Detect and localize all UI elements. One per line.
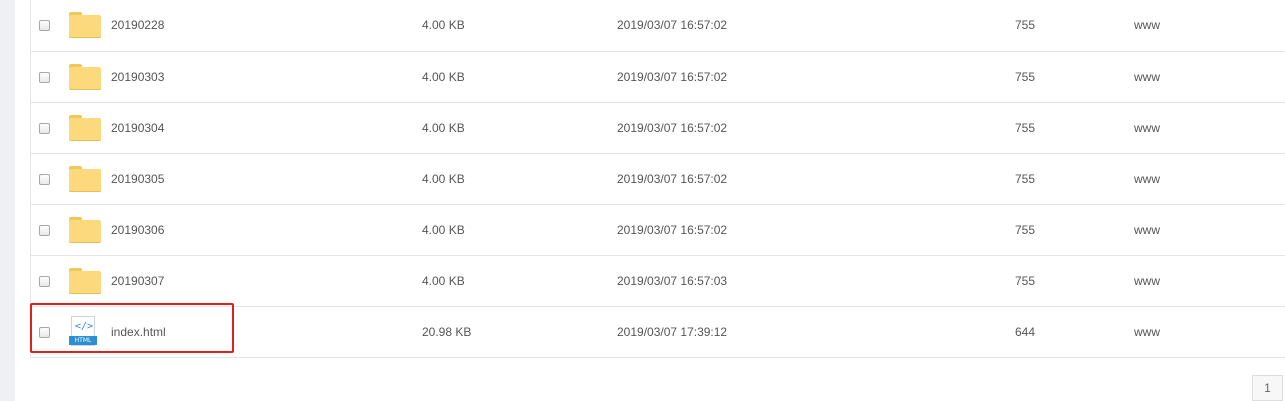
file-owner[interactable]: www — [1134, 103, 1160, 153]
file-size: 4.00 KB — [422, 274, 465, 288]
row-checkbox[interactable] — [39, 224, 50, 236]
file-permission[interactable]: 755 — [1015, 52, 1035, 102]
file-size: 4.00 KB — [422, 18, 465, 32]
file-permission[interactable]: 755 — [1015, 103, 1035, 153]
file-table: 20190228 4.00 KB 2019/03/07 16:57:02 755… — [30, 0, 1285, 358]
file-modified: 2019/03/07 16:57:02 — [617, 223, 728, 237]
file-size: 4.00 KB — [422, 172, 465, 186]
table-row[interactable]: 20190228 4.00 KB 2019/03/07 16:57:02 755… — [31, 0, 1285, 52]
file-permission[interactable]: 755 — [1015, 154, 1035, 204]
table-row[interactable]: 20190305 4.00 KB 2019/03/07 16:57:02 755… — [31, 154, 1285, 205]
table-row[interactable]: 20190307 4.00 KB 2019/03/07 16:57:03 755… — [31, 256, 1285, 307]
pagination-page[interactable]: 1 — [1252, 375, 1283, 401]
table-row[interactable]: 20190303 4.00 KB 2019/03/07 16:57:02 755… — [31, 52, 1285, 103]
folder-icon — [69, 115, 101, 141]
file-modified: 2019/03/07 16:57:02 — [617, 121, 728, 135]
file-name[interactable]: index.html — [111, 307, 166, 357]
file-owner[interactable]: www — [1134, 0, 1160, 51]
row-checkbox[interactable] — [39, 173, 50, 185]
table-row[interactable]: 20190304 4.00 KB 2019/03/07 16:57:02 755… — [31, 103, 1285, 154]
row-checkbox[interactable] — [39, 122, 50, 134]
file-name[interactable]: 20190305 — [111, 154, 164, 204]
file-owner[interactable]: www — [1134, 205, 1160, 255]
folder-icon — [69, 217, 101, 243]
html-file-icon: </> HTML — [69, 316, 97, 348]
file-modified: 2019/03/07 16:57:02 — [617, 172, 728, 186]
row-checkbox[interactable] — [39, 71, 50, 83]
table-row[interactable]: </> HTML index.html 20.98 KB 2019/03/07 … — [31, 307, 1285, 358]
file-size: 4.00 KB — [422, 223, 465, 237]
file-size: 4.00 KB — [422, 121, 465, 135]
file-modified: 2019/03/07 16:57:02 — [617, 18, 728, 32]
html-icon-code: </> — [75, 321, 94, 332]
file-name[interactable]: 20190303 — [111, 52, 164, 102]
file-permission[interactable]: 755 — [1015, 205, 1035, 255]
folder-icon — [69, 166, 101, 192]
folder-icon — [69, 268, 101, 294]
file-name[interactable]: 20190304 — [111, 103, 164, 153]
file-permission[interactable]: 644 — [1015, 307, 1035, 357]
table-row[interactable]: 20190306 4.00 KB 2019/03/07 16:57:02 755… — [31, 205, 1285, 256]
file-modified: 2019/03/07 17:39:12 — [617, 325, 728, 339]
file-permission[interactable]: 755 — [1015, 256, 1035, 306]
file-name[interactable]: 20190306 — [111, 205, 164, 255]
row-checkbox[interactable] — [39, 326, 50, 338]
folder-icon — [69, 12, 101, 38]
file-owner[interactable]: www — [1134, 154, 1160, 204]
file-name[interactable]: 20190228 — [111, 0, 164, 51]
file-modified: 2019/03/07 16:57:03 — [617, 274, 728, 288]
row-checkbox[interactable] — [39, 275, 50, 287]
file-modified: 2019/03/07 16:57:02 — [617, 70, 728, 84]
left-rail — [0, 0, 15, 401]
file-permission[interactable]: 755 — [1015, 0, 1035, 51]
row-checkbox[interactable] — [39, 19, 50, 31]
file-owner[interactable]: www — [1134, 256, 1160, 306]
folder-icon — [69, 64, 101, 90]
file-size: 20.98 KB — [422, 325, 472, 339]
html-icon-badge: HTML — [69, 336, 97, 345]
file-size: 4.00 KB — [422, 70, 465, 84]
file-owner[interactable]: www — [1134, 307, 1160, 357]
file-owner[interactable]: www — [1134, 52, 1160, 102]
file-name[interactable]: 20190307 — [111, 256, 164, 306]
